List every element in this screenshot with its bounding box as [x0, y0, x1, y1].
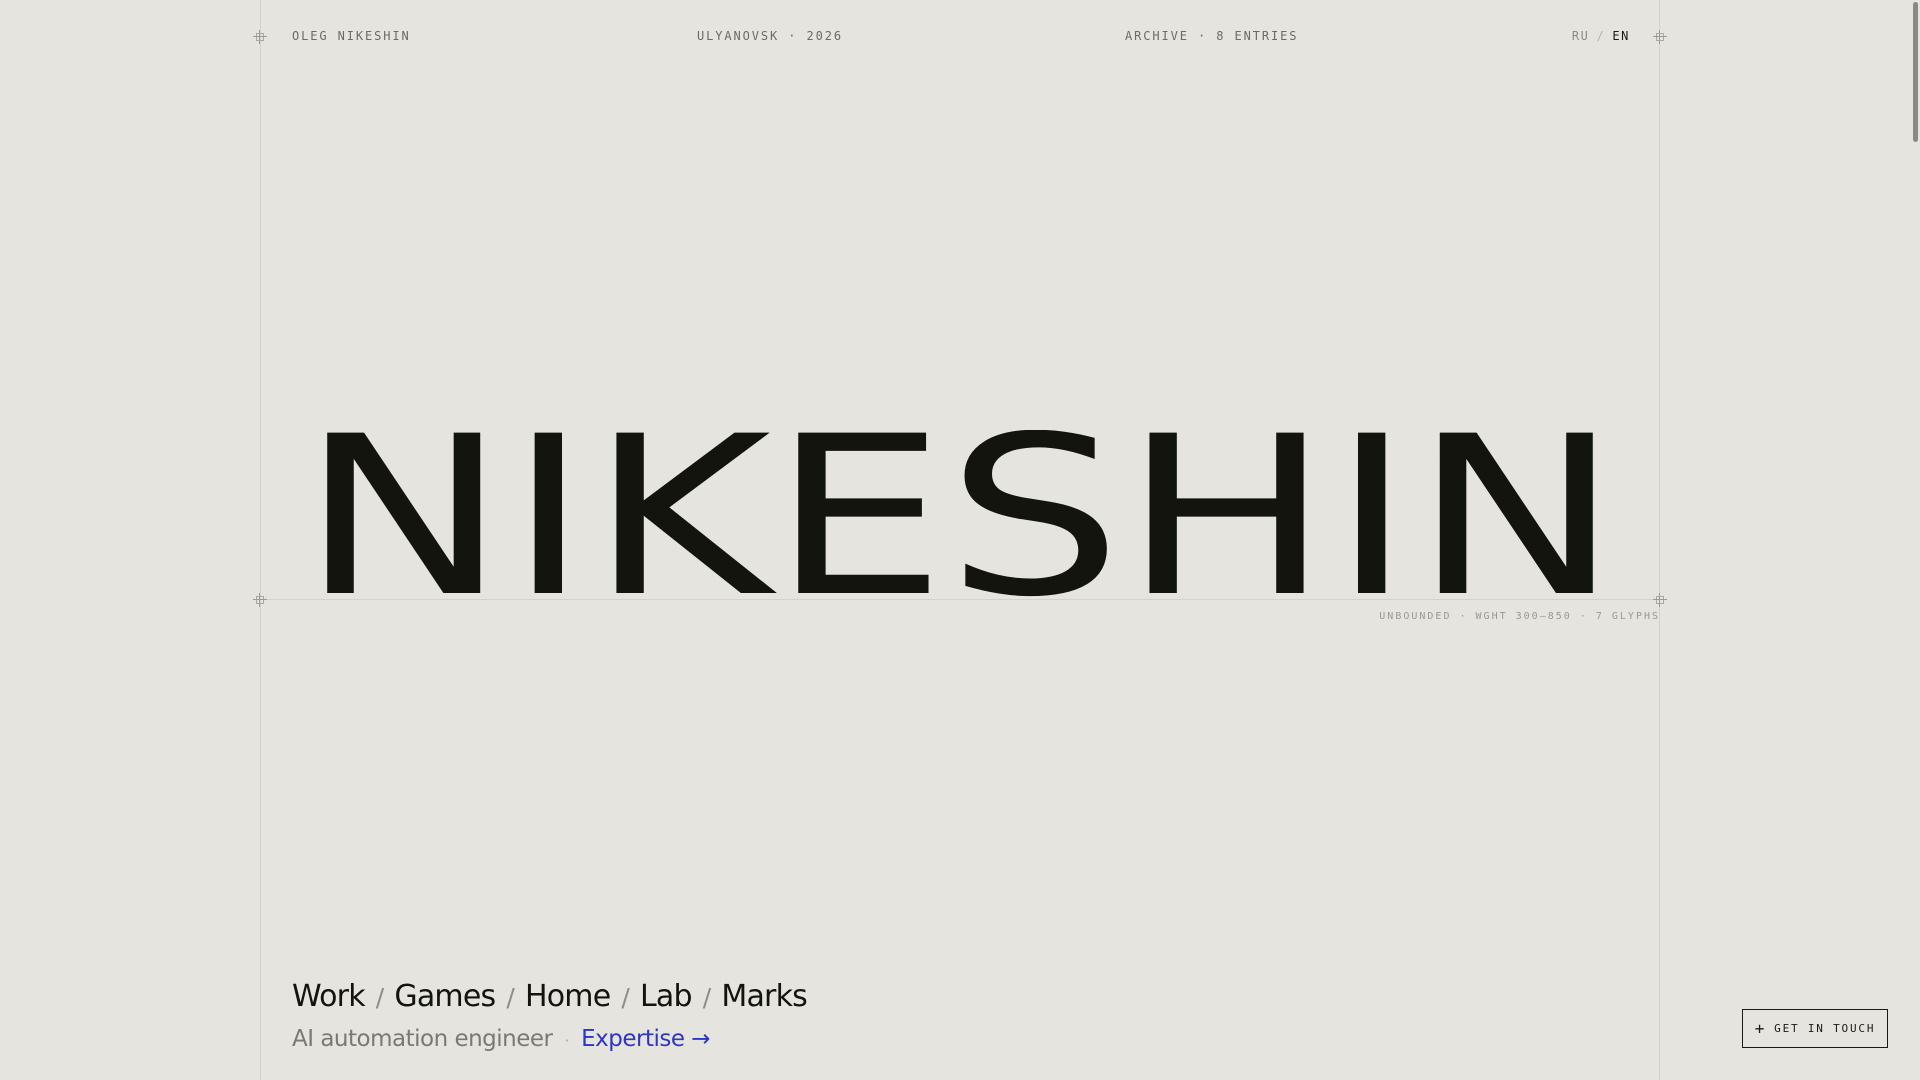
crosshair-icon: [1653, 593, 1667, 607]
hero-wordmark-graphic: NIKESHIN: [300, 430, 1620, 600]
header-archive[interactable]: ARCHIVE · 8 ENTRIES: [1125, 29, 1298, 43]
subline: AI automation engineer · Expertise →: [292, 1026, 711, 1052]
lang-ru-button[interactable]: RU: [1572, 29, 1590, 43]
nav-separator: /: [375, 983, 384, 1012]
guide-line-left: [260, 0, 261, 1080]
plus-icon: +: [1754, 1018, 1767, 1038]
nav-separator: /: [506, 983, 514, 1012]
expertise-link[interactable]: Expertise →: [581, 1026, 710, 1052]
main-nav: Work / Games / Home / Lab / Marks: [292, 979, 808, 1014]
role-text: AI automation engineer: [292, 1026, 553, 1052]
nav-work[interactable]: Work: [292, 979, 366, 1014]
lang-en-button[interactable]: EN: [1612, 29, 1630, 43]
guide-line-right: [1659, 0, 1660, 1080]
nav-home[interactable]: Home: [525, 979, 611, 1014]
nav-lab[interactable]: Lab: [640, 979, 693, 1014]
crosshair-icon: [253, 30, 267, 44]
scrollbar-thumb[interactable]: [1913, 2, 1918, 142]
scrollbar[interactable]: [1910, 0, 1920, 1080]
hero-wordmark: NIKESHIN: [300, 430, 1630, 600]
header-name[interactable]: OLEG NIKESHIN: [292, 29, 411, 43]
svg-text:NIKESHIN: NIKESHIN: [300, 430, 1620, 600]
hero-meta: UNBOUNDED · WGHT 300–850 · 7 GLYPHS: [1379, 611, 1660, 622]
get-in-touch-label: GET IN TOUCH: [1774, 1022, 1876, 1035]
language-switcher: RU / EN: [1572, 29, 1630, 43]
subline-dot: ·: [564, 1031, 570, 1050]
nav-separator: /: [621, 983, 630, 1012]
crosshair-icon: [253, 593, 267, 607]
get-in-touch-button[interactable]: + GET IN TOUCH: [1742, 1009, 1888, 1048]
crosshair-icon: [1653, 30, 1667, 44]
nav-games[interactable]: Games: [394, 979, 496, 1014]
lang-separator: /: [1596, 29, 1606, 43]
header-location: ULYANOVSK · 2026: [697, 29, 843, 43]
nav-marks[interactable]: Marks: [721, 979, 807, 1014]
nav-separator: /: [702, 983, 711, 1012]
